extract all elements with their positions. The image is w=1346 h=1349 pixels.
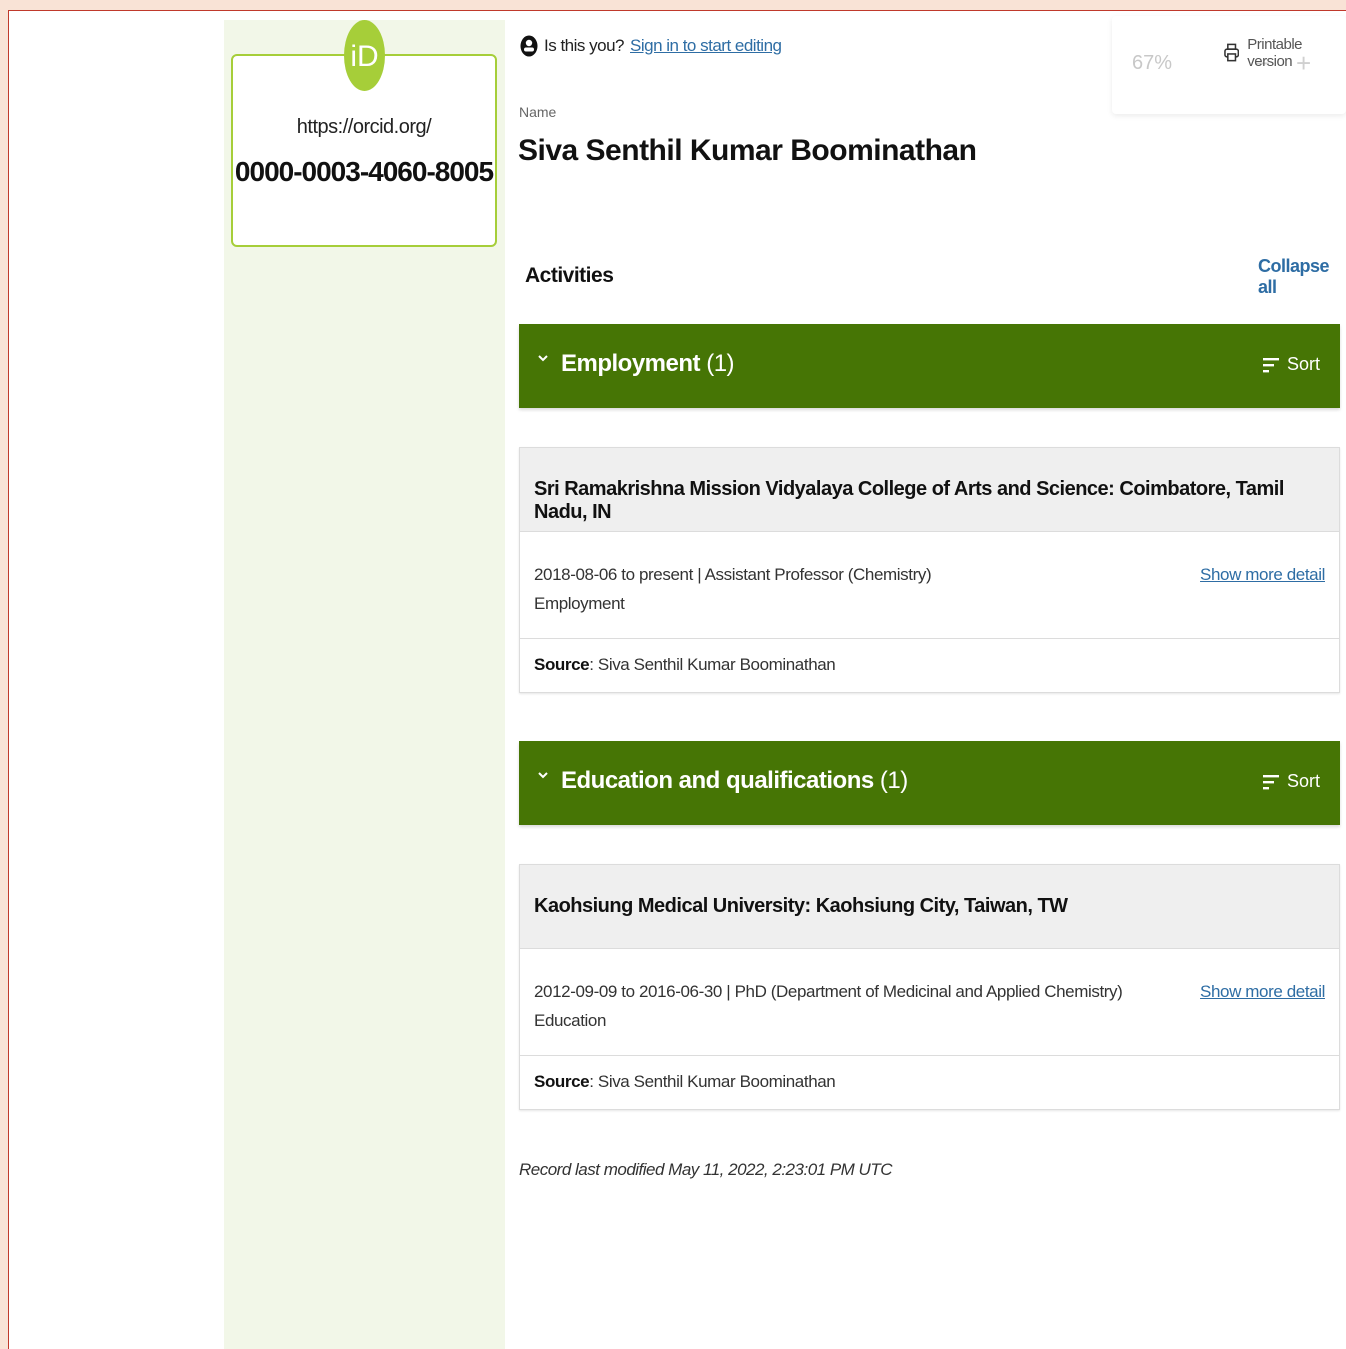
section-count: (1) <box>879 767 908 794</box>
activity-card-employment: Sri Ramakrishna Mission Vidyalaya Colleg… <box>519 447 1340 693</box>
sort-button-employment[interactable]: Sort <box>1262 354 1320 375</box>
card-source: Source: Siva Senthil Kumar Boominathan <box>520 1056 1339 1109</box>
source-value: : Siva Senthil Kumar Boominathan <box>589 1072 836 1091</box>
orcid-url: https://orcid.org/ <box>296 116 432 138</box>
card-type: Education <box>534 1011 607 1030</box>
sort-label: Sort <box>1286 771 1320 791</box>
activity-card-education: Kaohsiung Medical University: Kaohsiung … <box>519 864 1340 1110</box>
card-source: Source: Siva Senthil Kumar Boominathan <box>520 639 1339 692</box>
section-count: (1) <box>706 350 735 377</box>
source-label: Source <box>534 655 590 674</box>
record-last-modified: Record last modified May 11, 2022, 2:23:… <box>519 1160 892 1179</box>
orcid-number: 0000-0003-4060-8005 <box>234 156 494 187</box>
chevron-down-icon <box>538 355 548 362</box>
signin-prompt: Is this you? Sign in to start editing <box>520 35 782 57</box>
chevron-down-icon <box>538 772 548 779</box>
show-more-detail-link[interactable]: Show more detail <box>1200 977 1325 1006</box>
sort-icon <box>1262 357 1279 372</box>
sort-label: Sort <box>1286 354 1320 374</box>
signin-question: Is this you? <box>544 36 625 55</box>
section-title-text: Employment <box>561 350 701 377</box>
printable-version-link[interactable]: Printable version <box>1224 36 1346 70</box>
card-organization: Kaohsiung Medical University: Kaohsiung … <box>520 865 1339 949</box>
section-title-text: Education and qualifications <box>561 767 874 794</box>
section-title-employment: Employment (1) <box>561 350 735 378</box>
source-value: : Siva Senthil Kumar Boominathan <box>589 655 836 674</box>
activities-heading: Activities <box>525 264 614 287</box>
collapse-all-button[interactable]: Collapse all <box>1258 256 1346 298</box>
source-label: Source <box>534 1072 590 1091</box>
signin-link[interactable]: Sign in to start editing <box>630 36 782 56</box>
card-type: Employment <box>534 594 625 613</box>
card-organization: Sri Ramakrishna Mission Vidyalaya Colleg… <box>520 448 1339 532</box>
printable-version-label: Printable version <box>1247 36 1302 70</box>
name-label: Name <box>519 104 557 120</box>
card-details: 2018-08-06 to present | Assistant Profes… <box>520 532 1339 639</box>
person-name: Siva Senthil Kumar Boominathan <box>518 134 977 167</box>
section-title-education: Education and qualifications (1) <box>561 767 908 795</box>
sort-icon <box>1262 774 1279 789</box>
user-icon <box>520 35 538 57</box>
sort-button-education[interactable]: Sort <box>1262 771 1320 792</box>
orcid-logo-icon: iD <box>344 20 385 91</box>
show-more-detail-link[interactable]: Show more detail <box>1200 560 1325 589</box>
card-details: 2012-09-09 to 2016-06-30 | PhD (Departme… <box>520 949 1339 1056</box>
zoom-level: 67% <box>1132 52 1173 74</box>
section-header-employment[interactable]: Employment (1) Sort <box>519 324 1340 408</box>
section-header-education[interactable]: Education and qualifications (1) Sort <box>519 741 1340 825</box>
printer-icon <box>1224 43 1240 62</box>
orcid-logo-text: iD <box>350 40 378 73</box>
